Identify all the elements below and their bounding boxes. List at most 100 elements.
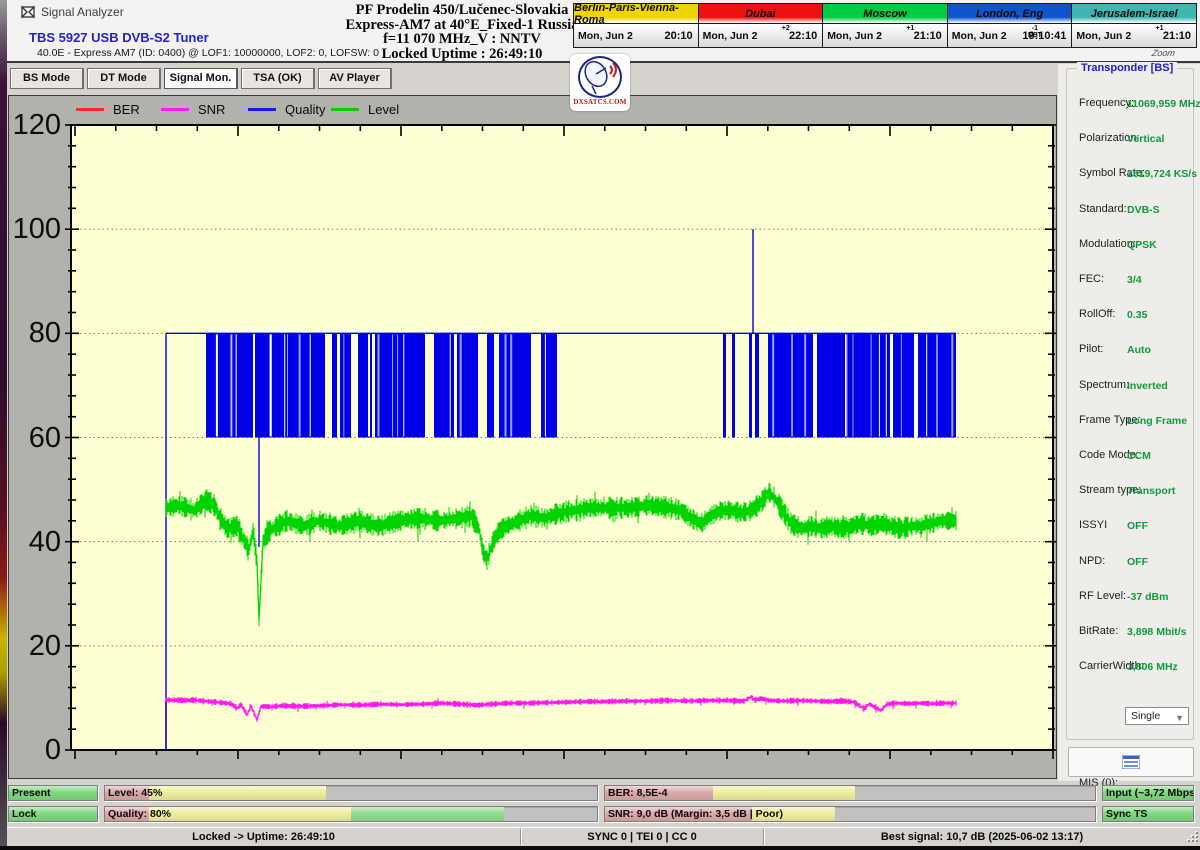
clock-city-label: London, Eng	[948, 4, 1072, 24]
legend-line-swatch	[248, 108, 276, 111]
statusbar-best-signal: Best signal: 10,7 dB (2025-06-02 13:17)	[763, 828, 1200, 845]
gauge-segment	[351, 807, 504, 821]
window-bottom-edge	[0, 846, 1200, 850]
clock-london-eng: London, EngMon, Jun 2-1DST19:10:41	[947, 3, 1073, 48]
gauge-quality: Quality: 80%	[104, 806, 598, 822]
y-axis-tick-label: 40	[9, 526, 61, 559]
statusbar-sync-counters: SYNC 0 | TEI 0 | CC 0	[520, 828, 763, 845]
tab-bs-mode[interactable]: BS Mode	[10, 68, 84, 89]
mis-value: Single	[1131, 710, 1160, 722]
gauge-segment	[713, 786, 855, 800]
gauge-label: Lock	[12, 808, 37, 820]
signal-gauges: Present Level: 45% BER: 8,5E-4 Input (~3,72…	[8, 785, 1194, 822]
clock-time: 21:10	[1163, 30, 1191, 42]
clock-time: 22:10	[789, 30, 817, 42]
station-line3: f=11 070 MHz_V : NNTV	[307, 32, 617, 47]
transponder-label: BitRate:	[1079, 625, 1118, 637]
transponder-value: 2819,724 KS/s	[1127, 168, 1197, 180]
legend-item-snr: SNR	[161, 102, 225, 117]
clock-time-row: Mon, Jun 2+121:10	[1072, 24, 1196, 47]
window-titlebar: Signal Analyzer	[21, 5, 124, 19]
stream-details-button[interactable]	[1068, 747, 1194, 777]
gauge-label: Present	[12, 787, 51, 799]
world-clocks-panel: Berlin-Paris-Vienna-Roma Mon, Jun 2 20:10 D…	[573, 3, 1197, 48]
app-icon	[21, 5, 35, 19]
transponder-label: Pilot:	[1079, 343, 1103, 355]
legend-label: Quality	[285, 102, 325, 117]
transponder-value: OFF	[1127, 520, 1148, 532]
clock-time: 20:10	[664, 30, 692, 42]
station-line2: Express-AM7 at 40°E_Fixed-1 Russia	[307, 18, 617, 33]
y-axis-tick-label: 0	[9, 734, 61, 767]
clock-time-row: Mon, Jun 2+121:10	[823, 24, 947, 47]
chevron-down-icon: ▼	[1175, 710, 1184, 726]
statusbar: Locked -> Uptime: 26:49:10 SYNC 0 | TEI …	[7, 827, 1200, 845]
transponder-value: Long Frame	[1127, 415, 1187, 427]
transponder-label: FEC:	[1079, 273, 1104, 285]
tab-tsa-ok-[interactable]: TSA (OK)	[241, 68, 315, 89]
clock-city-label: Jerusalem-Israel	[1072, 4, 1196, 24]
clock-time-row: Mon, Jun 2-1DST19:10:41	[948, 24, 1072, 47]
y-axis-tick-label: 60	[9, 422, 61, 455]
mis-dropdown[interactable]: Single ▼	[1125, 707, 1189, 725]
transponder-label: RF Level:	[1079, 590, 1126, 602]
clock-time-row: Mon, Jun 2 20:10	[574, 24, 698, 47]
desktop-edge-strip	[0, 0, 7, 850]
transponder-value: CCM	[1127, 450, 1151, 462]
logo-text: DXSATCS.COM	[570, 98, 630, 106]
transponder-title: Transponder [BS]	[1077, 62, 1177, 74]
tab-dt-mode[interactable]: DT Mode	[87, 68, 161, 89]
transponder-label: ISSYI	[1079, 519, 1107, 531]
transponder-value: 3,898 Mbit/s	[1127, 626, 1187, 638]
transponder-groupbox: Transponder [BS] Frequency:11069,959 MHz…	[1066, 68, 1194, 740]
legend-label: SNR	[198, 102, 225, 117]
gauge-ber: BER: 8,5E-4	[604, 785, 1096, 801]
legend-line-swatch	[161, 108, 189, 111]
chart-legend: BER SNR Quality Level	[9, 102, 1056, 122]
gauge-level: Level: 45%	[104, 785, 598, 801]
legend-label: BER	[113, 102, 140, 117]
legend-item-level: Level	[331, 102, 399, 117]
transponder-label: Standard:	[1079, 203, 1127, 215]
gauge-label: Quality: 80%	[108, 808, 171, 820]
clock-city-label: Berlin-Paris-Vienna-Roma	[574, 4, 698, 24]
clock-date: Mon, Jun 2	[578, 30, 633, 42]
gauge-segment	[149, 786, 326, 800]
clock-city-label: Dubai	[699, 4, 823, 24]
y-axis-tick-label: 80	[9, 317, 61, 350]
gauge-input-mbps-: Input (~3,72 Mbps)	[1102, 785, 1194, 801]
tab-signal-mon-[interactable]: Signal Mon.	[164, 68, 238, 89]
legend-line-swatch	[76, 108, 104, 111]
clock-time-row: Mon, Jun 2+222:10	[699, 24, 823, 47]
tab-av-player[interactable]: AV Player	[318, 68, 392, 89]
transponder-label: Spectrum:	[1079, 379, 1129, 391]
transponder-value: DVB-S	[1127, 204, 1160, 216]
transponder-value: Transport	[1127, 485, 1175, 497]
resize-grip-icon[interactable]	[1188, 832, 1198, 842]
transponder-value: 0.35	[1127, 309, 1147, 321]
gauge-label: Input (~3,72 Mbps)	[1106, 787, 1194, 799]
transponder-value: OFF	[1127, 556, 1148, 568]
gauge-snr: SNR: 9,0 dB (Margin: 3,5 dB | Poor)	[604, 806, 1096, 822]
transponder-value: 3,806 MHz	[1127, 661, 1178, 673]
transponder-value: Auto	[1127, 344, 1151, 356]
clock-date: Mon, Jun 2	[827, 30, 882, 42]
window-title: Signal Analyzer	[41, 5, 124, 19]
clock-date: Mon, Jun 2	[952, 30, 1007, 42]
gauge-label: Sync TS	[1106, 808, 1147, 820]
gauge-label: SNR: 9,0 dB (Margin: 3,5 dB | Poor)	[608, 808, 783, 820]
signal-monitor-chart: BERSNRQualityLevel 020406080100120	[8, 95, 1057, 779]
legend-item-ber: BER	[76, 102, 140, 117]
chart-plot	[9, 96, 1056, 778]
transponder-value: QPSK	[1127, 239, 1157, 251]
zoom-watermark: Zoom	[1151, 48, 1176, 58]
gauge-label: BER: 8,5E-4	[608, 787, 668, 799]
transponder-label: Frequency:	[1079, 97, 1134, 109]
station-line1: PF Prodelin 450/Lučenec-Slovakia	[307, 3, 617, 18]
clock-berlin-paris-vienna-roma: Berlin-Paris-Vienna-Roma Mon, Jun 2 20:10	[573, 3, 699, 48]
dxsatcs-logo: DXSATCS.COM	[570, 54, 630, 111]
clock-time: 21:10	[914, 30, 942, 42]
clock-moscow: MoscowMon, Jun 2+121:10	[822, 3, 948, 48]
app-window: Signal Analyzer TBS 5927 USB DVB-S2 Tune…	[0, 0, 1200, 850]
gauge-segment	[149, 807, 351, 821]
